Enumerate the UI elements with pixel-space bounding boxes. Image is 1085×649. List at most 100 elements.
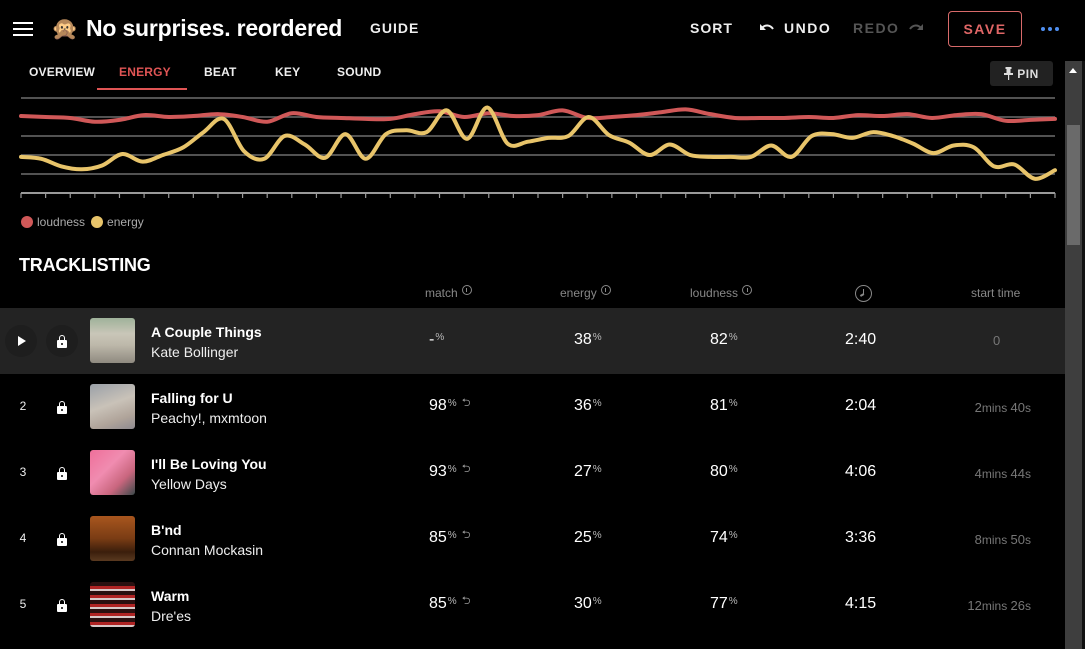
duration-value: 2:04 (845, 397, 877, 414)
redo-icon (909, 24, 924, 30)
loudness-column-header[interactable]: loudness (690, 285, 753, 300)
percent-sign: % (728, 530, 738, 541)
lock-button[interactable] (46, 325, 78, 357)
playlist-title[interactable]: No surprises. reordered (86, 14, 342, 42)
track-title[interactable]: A Couple Things (151, 324, 262, 340)
more-dots-icon[interactable] (1041, 27, 1059, 31)
revert-icon[interactable]: ⮌ (462, 460, 471, 479)
revert-icon[interactable]: ⮌ (462, 592, 471, 611)
tab-energy[interactable]: ENERGY (119, 65, 171, 79)
track-artist[interactable]: Connan Mockasin (151, 542, 263, 558)
loudness-number: 77 (710, 595, 728, 612)
tab-overview[interactable]: OVERVIEW (29, 65, 95, 79)
track-artist[interactable]: Yellow Days (151, 476, 227, 492)
info-icon[interactable] (461, 285, 472, 295)
duration-value: 3:36 (845, 529, 877, 546)
secs-unit: s (1025, 599, 1031, 613)
playlist-emoji-icon: 🙊 (51, 16, 79, 41)
energy-number: 36 (574, 397, 592, 414)
track-artist[interactable]: Peachy!, mxmtoon (151, 410, 267, 426)
unlock-icon (57, 532, 67, 546)
info-icon[interactable] (600, 285, 611, 295)
tab-sound[interactable]: SOUND (337, 65, 381, 79)
unlock-icon (57, 466, 67, 480)
album-art (90, 582, 135, 627)
match-value: 85% ⮌ (429, 595, 471, 613)
lock-button[interactable] (46, 391, 78, 423)
hamburger-icon[interactable] (13, 22, 33, 36)
match-header-label: match (425, 286, 458, 300)
match-number: 93 (429, 463, 447, 480)
lock-button[interactable] (46, 589, 78, 621)
play-button[interactable] (5, 325, 37, 357)
lock-button[interactable] (46, 523, 78, 555)
energy-value: 27% (574, 463, 602, 481)
track-artist[interactable]: Kate Bollinger (151, 344, 238, 360)
track-title[interactable]: Warm (151, 588, 189, 604)
energy-chart (19, 97, 1057, 198)
pin-button[interactable]: PIN (990, 61, 1053, 86)
redo-label: REDO (853, 20, 900, 36)
track-artist[interactable]: Dre'es (151, 608, 191, 624)
album-art (90, 516, 135, 561)
track-row[interactable]: 5 Warm Dre'es 85% ⮌ 30% 77% 4:15 12mins 2… (0, 572, 1065, 638)
percent-sign: % (447, 530, 457, 541)
play-icon (18, 336, 26, 346)
legend-label-energy: energy (107, 215, 144, 229)
scroll-up-arrow-icon[interactable] (1069, 68, 1077, 73)
lock-button[interactable] (46, 457, 78, 489)
revert-icon[interactable]: ⮌ (462, 526, 471, 545)
percent-sign: % (592, 398, 602, 409)
start-minutes: 2 (974, 400, 982, 415)
mins-unit: mins (981, 599, 1011, 613)
legend-item-energy[interactable]: energy (91, 215, 144, 229)
energy-value: 36% (574, 397, 602, 415)
match-column-header[interactable]: match (425, 285, 472, 300)
track-row[interactable]: 4 B'nd Connan Mockasin 85% ⮌ 25% 74% 3:36… (0, 506, 1065, 572)
guide-button[interactable]: GUIDE (370, 20, 419, 36)
track-title[interactable]: I'll Be Loving You (151, 456, 267, 472)
track-number: 4 (19, 531, 27, 545)
sort-button[interactable]: SORT (690, 20, 733, 36)
track-row[interactable]: A Couple Things Kate Bollinger -% 38% 82… (0, 308, 1065, 374)
pin-label: PIN (1017, 66, 1039, 81)
loudness-header-label: loudness (690, 286, 739, 300)
chart-legend: loudness energy (21, 215, 150, 229)
track-title[interactable]: B'nd (151, 522, 182, 538)
start-minutes: 8 (974, 532, 982, 547)
percent-sign: % (728, 332, 738, 343)
unlock-icon (57, 334, 67, 348)
tracklisting-title: TRACKLISTING (19, 255, 151, 275)
scrollbar-thumb[interactable] (1067, 125, 1080, 245)
undo-button[interactable]: UNDO (759, 20, 831, 36)
save-button[interactable]: SAVE (948, 11, 1022, 47)
loudness-value: 74% (710, 529, 738, 547)
info-icon[interactable] (742, 285, 753, 295)
track-row[interactable]: 2 Falling for U Peachy!, mxmtoon 98% ⮌ 36… (0, 374, 1065, 440)
energy-header-label: energy (560, 286, 597, 300)
track-title[interactable]: Falling for U (151, 390, 233, 406)
redo-button[interactable]: REDO (853, 20, 924, 36)
match-number: - (429, 331, 435, 348)
track-number: 5 (19, 597, 27, 611)
scrollbar[interactable] (1065, 61, 1082, 649)
energy-column-header[interactable]: energy (560, 285, 611, 300)
unlock-icon (57, 400, 67, 414)
start-time-header-label: start time (971, 286, 1021, 300)
revert-icon[interactable]: ⮌ (462, 394, 471, 413)
percent-sign: % (728, 464, 738, 475)
energy-number: 25 (574, 529, 592, 546)
track-row[interactable]: 3 I'll Be Loving You Yellow Days 93% ⮌ 27… (0, 440, 1065, 506)
loudness-number: 80 (710, 463, 728, 480)
start-minutes: 12 (967, 598, 982, 613)
percent-sign: % (592, 596, 602, 607)
tab-key[interactable]: KEY (275, 65, 300, 79)
duration-value: 2:40 (845, 331, 877, 348)
percent-sign: % (592, 464, 602, 475)
match-value: 98% ⮌ (429, 397, 471, 415)
tab-beat[interactable]: BEAT (204, 65, 237, 79)
energy-value: 30% (574, 595, 602, 613)
start-time-column-header[interactable]: start time (971, 286, 1020, 300)
clock-icon[interactable] (855, 285, 872, 302)
legend-item-loudness[interactable]: loudness (21, 215, 85, 229)
